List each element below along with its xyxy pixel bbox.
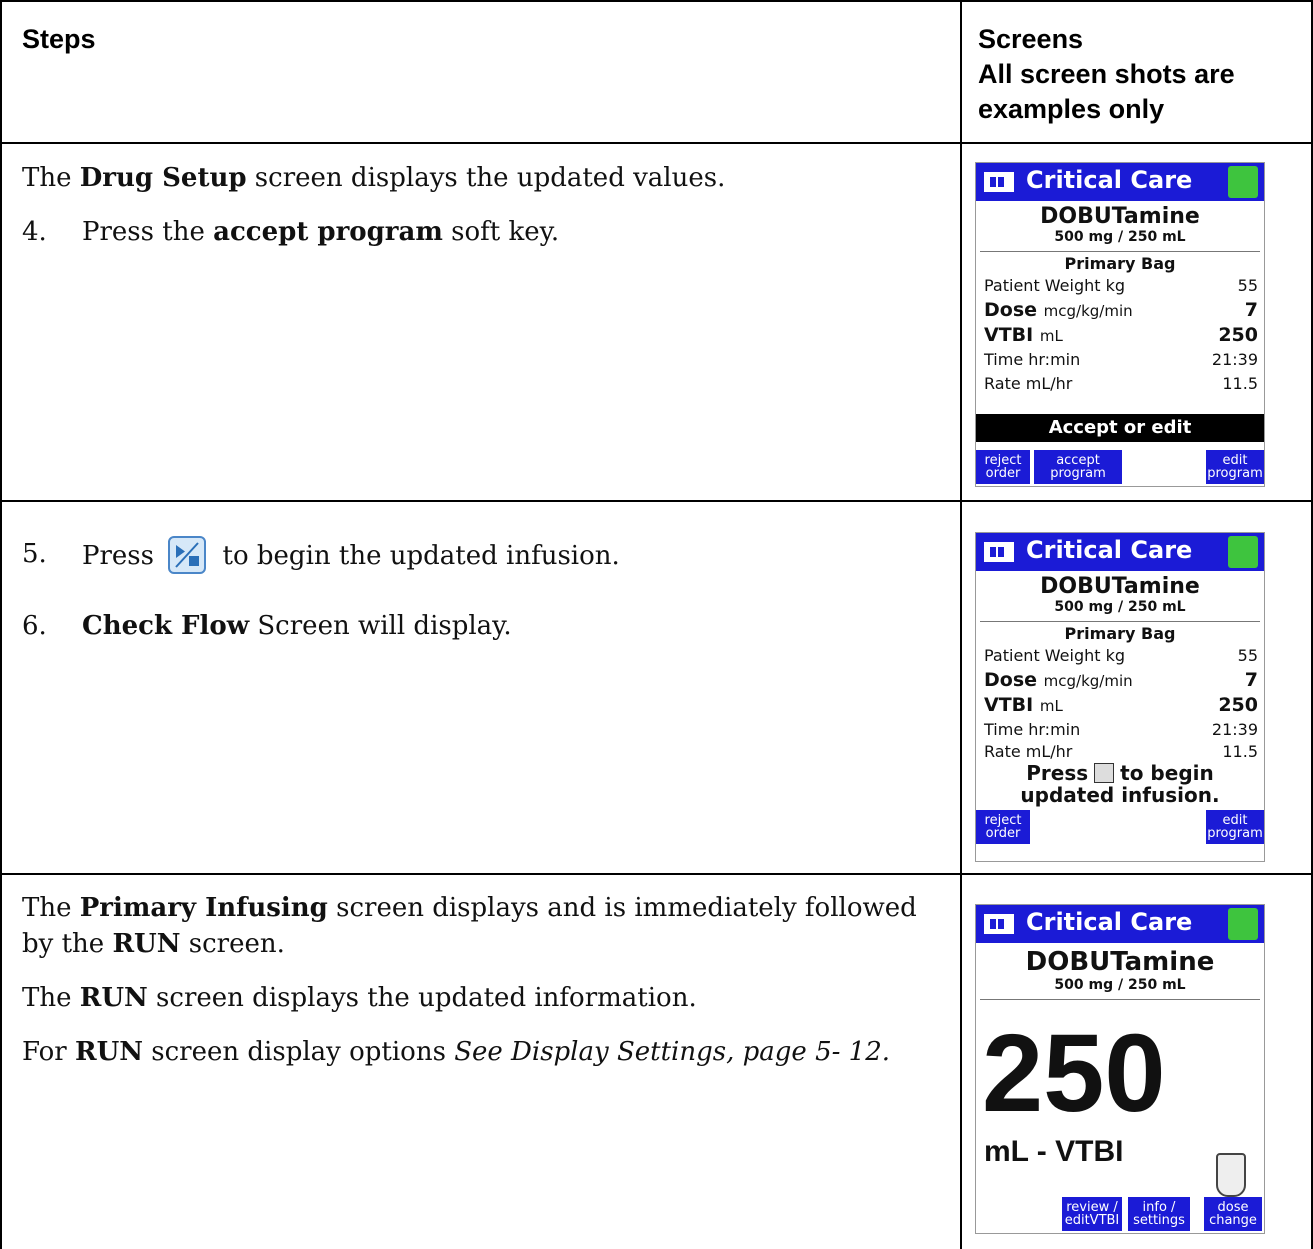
row-patient-weight: Patient Weight kg 55 [984,646,1258,665]
screen-title: Critical Care [1026,166,1193,194]
reject-order-key[interactable]: reject order [976,810,1030,844]
table-border-left [0,0,2,1249]
row-dose: Dose mcg/kg/min 7 [984,669,1258,691]
table-column-divider [960,0,962,1249]
drug-name: DOBUTamine [1025,947,1215,977]
message-bar: Accept or edit [976,414,1264,442]
screen-title: Critical Care [1026,908,1193,936]
header-screens-line2: All screen shots are [978,59,1235,89]
bag-label: Primary Bag [1064,254,1176,273]
press-instruction-line2: updated infusion. [1020,783,1220,807]
battery-icon [984,542,1014,562]
start-stop-icon [1094,763,1115,783]
edit-program-key[interactable]: edit program [1206,450,1264,484]
drug-concentration: 500 mg / 250 mL [1054,599,1186,615]
row3-paragraph-1: The Primary Infusing screen displays and… [22,893,917,959]
wireless-signal-icon [1228,908,1258,940]
soft-keys: reject order accept program edit program [976,446,1264,484]
row2-step-6: 6. Check Flow Screen will display. [22,611,512,641]
row-time: Time hr:min 21:39 [984,720,1258,739]
row-rate: Rate mL/hr 11.5 [984,374,1258,393]
row3-paragraph-2: The RUN screen displays the updated info… [22,983,697,1013]
start-stop-icon [168,536,207,574]
row-vtbi: VTBI mL 250 [984,324,1258,346]
wireless-signal-icon [1228,166,1258,198]
pump-screen-run: Critical Care DOBUTamine 500 mg / 250 mL… [975,904,1265,1234]
reject-order-key[interactable]: reject order [976,450,1030,484]
divider [980,999,1260,1000]
bag-label: Primary Bag [1064,624,1176,643]
press-instruction: Press to begin [1026,761,1214,785]
table-row-divider-2 [0,500,1313,502]
table-row-divider-3 [0,873,1313,875]
soft-keys: review / editVTBI info / settings dose chan… [976,1193,1264,1231]
pump-screen-check-flow: Critical Care DOBUTamine 500 mg / 250 mL… [975,532,1265,862]
header-steps: Steps [22,24,96,54]
divider [980,251,1260,252]
pump-screen-drug-setup: Critical Care DOBUTamine 500 mg / 250 mL… [975,162,1265,487]
soft-keys: reject order edit program [976,806,1264,844]
row1-text: The Drug Setup screen displays the updat… [22,160,942,250]
drug-name: DOBUTamine [1040,204,1200,229]
edit-program-key[interactable]: edit program [1206,810,1264,844]
drug-name: DOBUTamine [1040,574,1200,599]
header-screens: Screens All screen shots are examples on… [978,22,1235,127]
row-dose: Dose mcg/kg/min 7 [984,299,1258,321]
drug-concentration: 500 mg / 250 mL [1054,229,1186,245]
table-row-divider-1 [0,142,1313,144]
row3-paragraph-3: For RUN screen display options See Displ… [22,1037,891,1067]
battery-icon [984,172,1014,192]
screen-title: Critical Care [1026,536,1193,564]
battery-icon [984,914,1014,934]
table-border-top [0,0,1313,2]
row-time: Time hr:min 21:39 [984,350,1258,369]
row-rate: Rate mL/hr 11.5 [984,742,1258,761]
divider [980,621,1260,622]
drug-concentration: 500 mg / 250 mL [1054,977,1186,993]
row2-text: 5. Press to begin the updated infusion. … [22,536,942,644]
row1-paragraph: The Drug Setup screen displays the updat… [22,163,726,193]
row3-text: The Primary Infusing screen displays and… [22,890,952,1070]
review-edit-vtbi-key[interactable]: review / editVTBI [1062,1197,1122,1231]
wireless-signal-icon [1228,536,1258,568]
row-vtbi: VTBI mL 250 [984,694,1258,716]
title-bar: Critical Care [976,163,1264,201]
title-bar: Critical Care [976,533,1264,571]
title-bar: Critical Care [976,905,1264,943]
row2-step-5: 5. Press to begin the updated infusion. [22,536,942,574]
header-screens-line3: examples only [978,94,1165,124]
accept-program-key[interactable]: accept program [1034,450,1122,484]
header-screens-line1: Screens [978,24,1084,54]
dose-change-key[interactable]: dose change [1204,1197,1262,1231]
document-page: Steps Screens All screen shots are examp… [0,0,1313,1249]
info-settings-key[interactable]: info / settings [1128,1197,1190,1231]
row-patient-weight: Patient Weight kg 55 [984,276,1258,295]
row1-step-4: 4. Press the accept program soft key. [22,217,560,247]
iv-bag-icon [1216,1153,1246,1197]
vtbi-value: 250 [982,1012,1166,1135]
